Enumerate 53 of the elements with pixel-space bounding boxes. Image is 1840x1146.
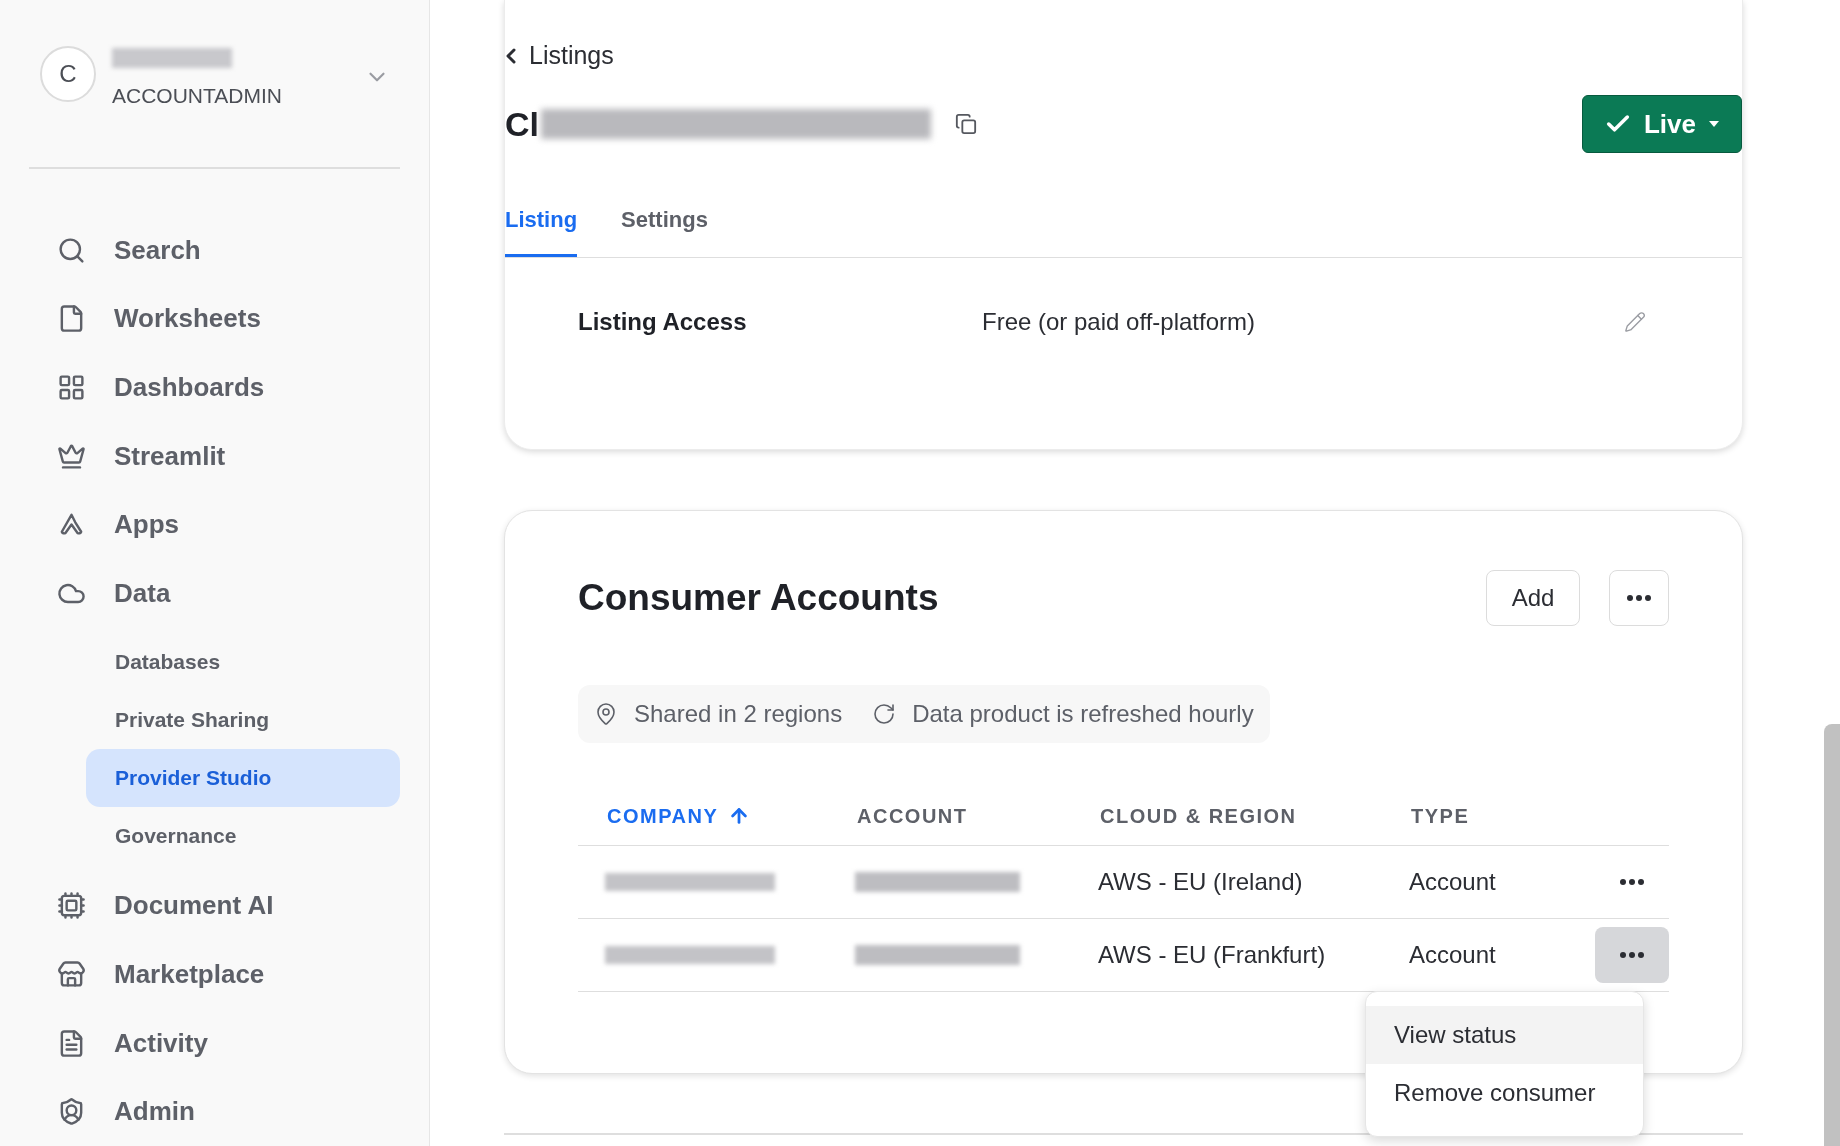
sidebar-item[interactable]: Worksheets bbox=[114, 299, 261, 339]
scrollbar[interactable] bbox=[1824, 724, 1840, 1146]
ellipsis-icon bbox=[1620, 952, 1644, 958]
back-link[interactable]: Listings bbox=[499, 37, 614, 75]
add-button[interactable]: Add bbox=[1486, 570, 1580, 626]
grid-icon bbox=[57, 373, 86, 403]
menu-item[interactable]: Remove consumer bbox=[1366, 1064, 1643, 1122]
ellipsis-icon bbox=[1627, 595, 1651, 601]
store-icon bbox=[57, 959, 86, 989]
column-header[interactable]: TYPE bbox=[1411, 800, 1470, 831]
caret-icon bbox=[1708, 120, 1720, 128]
crown-icon bbox=[57, 441, 86, 471]
sidebar-item[interactable]: Document AI bbox=[114, 886, 274, 926]
field-label: Listing Access bbox=[578, 307, 748, 337]
sidebar-subitem[interactable]: Databases bbox=[86, 632, 400, 691]
sidebar-item[interactable]: Data bbox=[114, 574, 171, 614]
column-header[interactable]: CLOUD & REGION bbox=[1100, 800, 1297, 831]
listing-title: Cl bbox=[505, 103, 539, 145]
menu-item[interactable]: View status bbox=[1366, 1006, 1643, 1064]
chip-icon bbox=[57, 891, 86, 921]
column-header[interactable]: ACCOUNT bbox=[857, 800, 968, 831]
more-button[interactable] bbox=[1609, 570, 1669, 626]
edit-icon[interactable] bbox=[1624, 311, 1646, 333]
info-text: Shared in 2 regions bbox=[634, 699, 843, 729]
table-cell: AWS - EU (Ireland) bbox=[1098, 868, 1303, 895]
avatar[interactable]: C bbox=[40, 46, 96, 102]
map-pin-icon bbox=[594, 702, 618, 726]
ellipsis-icon bbox=[1620, 879, 1644, 885]
sidebar-item[interactable]: Activity bbox=[114, 1023, 208, 1063]
section-heading: Consumer Accounts bbox=[578, 576, 939, 621]
table-cell: Account bbox=[1409, 868, 1496, 895]
sidebar-item[interactable]: Admin bbox=[114, 1092, 195, 1132]
sidebar-item[interactable]: Streamlit bbox=[114, 436, 226, 476]
table-cell: Account bbox=[1409, 941, 1496, 968]
sidebar-item[interactable]: Search bbox=[114, 230, 201, 270]
refresh-icon bbox=[872, 702, 897, 726]
tab[interactable]: Settings bbox=[621, 185, 708, 257]
sidebar-item[interactable]: Dashboards bbox=[114, 368, 265, 408]
table-cell: AWS - EU (Frankfurt) bbox=[1098, 941, 1326, 968]
sidebar-item[interactable]: Marketplace bbox=[114, 954, 265, 994]
search-icon bbox=[57, 235, 86, 265]
status-button[interactable]: Live bbox=[1582, 95, 1742, 153]
copy-icon[interactable] bbox=[955, 113, 977, 135]
sidebar-subitem[interactable]: Private Sharing bbox=[86, 690, 400, 749]
row-menu-button[interactable] bbox=[1595, 927, 1669, 983]
tab[interactable]: Listing bbox=[505, 185, 578, 257]
field-value: Free (or paid off-platform) bbox=[982, 307, 1255, 337]
sidebar-subitem[interactable]: Provider Studio bbox=[86, 748, 400, 807]
role-label: ACCOUNTADMIN bbox=[112, 83, 282, 109]
info-text: Data product is refreshed hourly bbox=[912, 699, 1254, 729]
column-header[interactable]: COMPANY bbox=[607, 800, 751, 831]
sidebar-subitem[interactable]: Governance bbox=[86, 806, 400, 865]
sidebar-item[interactable]: Apps bbox=[114, 505, 179, 545]
